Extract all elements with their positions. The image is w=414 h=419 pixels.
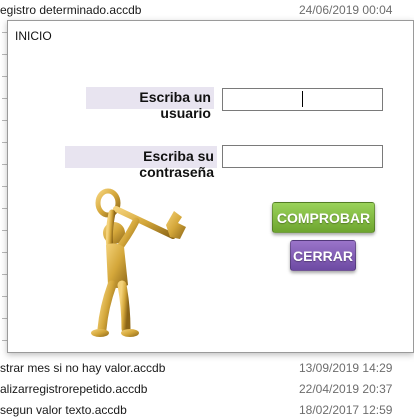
password-input[interactable]: [222, 145, 383, 168]
file-name: segun valor texto.accdb: [0, 403, 127, 417]
file-date: 22/04/2019 20:37: [299, 382, 393, 396]
file-row[interactable]: egistro determinado.accdb 24/06/2019 00:…: [0, 0, 414, 20]
file-date: 24/06/2019 00:04: [299, 3, 393, 17]
file-row[interactable]: strar mes si no hay valor.accdb 13/09/20…: [0, 357, 414, 377]
text-caret: [302, 91, 303, 107]
screen: egistro determinado.accdb 24/06/2019 00:…: [0, 0, 414, 419]
file-row[interactable]: segun valor texto.accdb 18/02/2017 12:59: [0, 399, 414, 419]
file-name: egistro determinado.accdb: [0, 3, 142, 17]
login-dialog: INICIO Escriba un usuario Escriba su con…: [7, 20, 414, 353]
check-button[interactable]: COMPROBAR: [272, 202, 375, 233]
user-label: Escriba un usuario: [86, 87, 214, 121]
file-row[interactable]: alizarregistrorepetido.accdb 22/04/2019 …: [0, 378, 414, 398]
file-date: 18/02/2017 12:59: [299, 403, 393, 417]
file-date: 13/09/2019 14:29: [299, 361, 393, 375]
close-button[interactable]: CERRAR: [290, 240, 356, 271]
key-holding-figure-icon: [91, 188, 186, 337]
file-name: strar mes si no hay valor.accdb: [0, 361, 166, 375]
password-label: Escriba su contraseña: [65, 146, 217, 180]
file-name: alizarregistrorepetido.accdb: [0, 382, 148, 396]
dialog-title: INICIO: [15, 29, 52, 43]
